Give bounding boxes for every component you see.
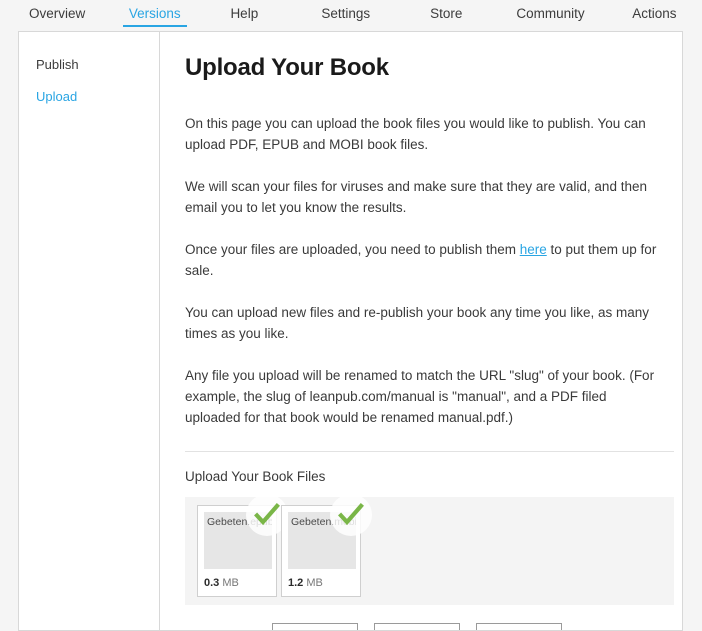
- nav-tab-versions[interactable]: Versions: [114, 0, 195, 27]
- file-card[interactable]: Gebeten.mobi 1.2 MB: [281, 494, 372, 597]
- file-name: Gebeten.epub: [207, 516, 272, 528]
- content-area: Upload Your Book On this page you can up…: [160, 32, 682, 630]
- placeholder-mobi: No MOBI available: [476, 623, 562, 630]
- file-thumbnail: Gebeten.epub: [204, 512, 272, 569]
- nav-tab-label: Store: [430, 6, 463, 21]
- virus-scan-paragraph: We will scan your files for viruses and …: [185, 179, 647, 215]
- nav-tab-community[interactable]: Community: [494, 0, 606, 24]
- here-link[interactable]: here: [520, 242, 547, 257]
- top-navigation: Overview Versions Help Settings Store Communi…: [0, 0, 702, 31]
- file-card[interactable]: Gebeten.epub 0.3 MB: [197, 494, 288, 597]
- sidebar: Publish Upload: [19, 32, 160, 630]
- nav-tab-label: Actions: [632, 6, 677, 21]
- section-divider: [185, 451, 674, 452]
- publish-paragraph-before: Once your files are uploaded, you need t…: [185, 242, 520, 257]
- placeholder-pdf: No PDF available: [272, 623, 358, 630]
- format-placeholders: No PDF available No EPUB available No MOBI…: [272, 623, 662, 630]
- intro-paragraph: On this page you can upload the book fil…: [185, 116, 646, 152]
- nav-tab-label: Community: [516, 6, 585, 21]
- nav-tab-label: Help: [230, 6, 259, 21]
- nav-tab-actions[interactable]: Actions: [607, 0, 702, 24]
- file-size: 1.2 MB: [288, 577, 354, 589]
- file-size: 0.3 MB: [204, 577, 270, 589]
- placeholder-epub: No EPUB available: [374, 623, 460, 630]
- upload-files-label: Upload Your Book Files: [185, 469, 326, 484]
- main-panel: Publish Upload Upload Your Book On this …: [18, 31, 683, 631]
- active-tab-underline: [122, 25, 187, 27]
- file-name: Gebeten.mobi: [291, 516, 356, 528]
- publish-paragraph: Once your files are uploaded, you need t…: [185, 239, 662, 281]
- file-size-value: 1.2: [288, 577, 304, 589]
- nav-tab-label: Settings: [321, 6, 371, 21]
- sidebar-item-upload[interactable]: Upload: [36, 89, 159, 104]
- nav-tab-help[interactable]: Help: [195, 0, 293, 24]
- file-size-value: 0.3: [204, 577, 220, 589]
- republish-paragraph: You can upload new files and re-publish …: [185, 305, 650, 341]
- file-size-unit: MB: [219, 577, 239, 589]
- nav-tab-settings[interactable]: Settings: [293, 0, 398, 24]
- sidebar-heading-publish: Publish: [36, 57, 79, 72]
- nav-tab-overview[interactable]: Overview: [0, 0, 114, 24]
- upload-drop-area[interactable]: Gebeten.epub 0.3 MB Gebeten.mobi 1.2 MB: [185, 494, 674, 605]
- nav-tab-label: Versions: [128, 6, 181, 21]
- file-thumbnail: Gebeten.mobi: [288, 512, 356, 569]
- page-title: Upload Your Book: [185, 54, 389, 81]
- nav-tab-label: Overview: [29, 6, 86, 21]
- nav-tab-store[interactable]: Store: [398, 0, 494, 24]
- file-size-unit: MB: [303, 577, 323, 589]
- slug-paragraph: Any file you upload will be renamed to m…: [185, 368, 655, 425]
